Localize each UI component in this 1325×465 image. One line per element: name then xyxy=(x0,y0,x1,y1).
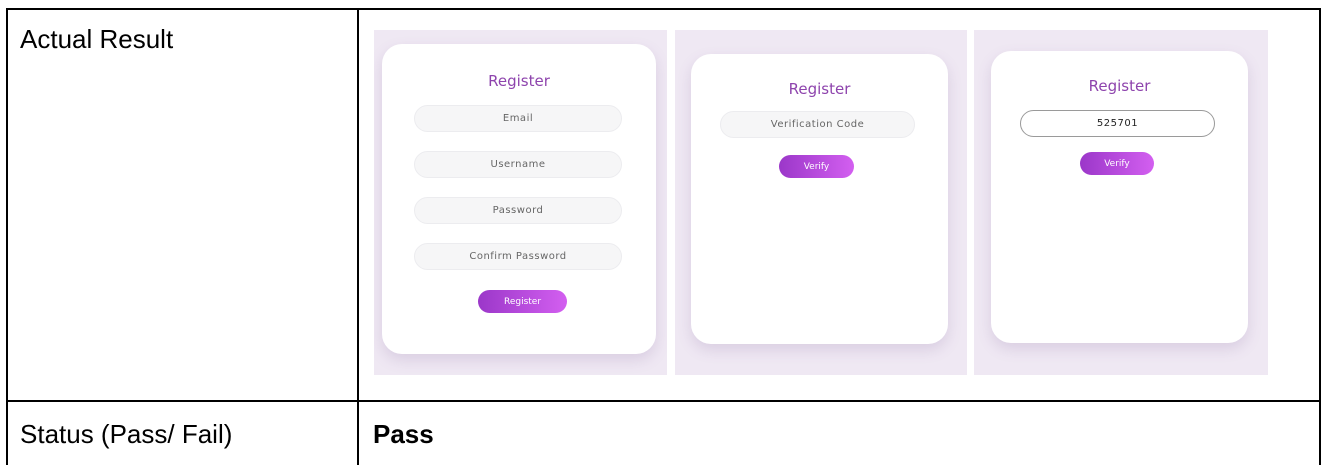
verify-button-2[interactable]: Verify xyxy=(1080,152,1154,175)
actual-result-label: Actual Result xyxy=(20,24,174,54)
register-card: Register Email Username Password Confirm… xyxy=(382,44,656,354)
verification-code-input[interactable]: 525701 xyxy=(1020,110,1215,137)
password-field[interactable]: Password xyxy=(414,197,622,224)
verification-title: Register xyxy=(788,80,851,98)
confirm-password-field[interactable]: Confirm Password xyxy=(414,243,622,270)
code-entered-title: Register xyxy=(1088,77,1151,95)
table-border-left xyxy=(6,8,8,465)
table-row-divider xyxy=(6,400,1321,402)
verification-card: Register Verification Code Verify xyxy=(691,54,948,344)
register-title: Register xyxy=(488,72,550,90)
table-border-right xyxy=(1319,8,1321,465)
email-field[interactable]: Email xyxy=(414,105,622,132)
status-value: Pass xyxy=(373,419,434,449)
verification-code-field[interactable]: Verification Code xyxy=(720,111,915,138)
register-button[interactable]: Register xyxy=(478,290,567,313)
code-entered-card: Register 525701 Verify xyxy=(991,51,1248,343)
register-form-screenshot: Register Email Username Password Confirm… xyxy=(374,30,667,375)
test-case-table: Actual Result Register Email Username Pa… xyxy=(6,8,1321,465)
status-label: Status (Pass/ Fail) xyxy=(20,419,233,449)
table-column-divider xyxy=(357,8,359,465)
table-border-top xyxy=(6,8,1321,10)
username-field[interactable]: Username xyxy=(414,151,622,178)
code-entered-screenshot: Register 525701 Verify xyxy=(974,30,1268,375)
verification-screenshot: Register Verification Code Verify xyxy=(675,30,967,375)
verify-button[interactable]: Verify xyxy=(779,155,854,178)
